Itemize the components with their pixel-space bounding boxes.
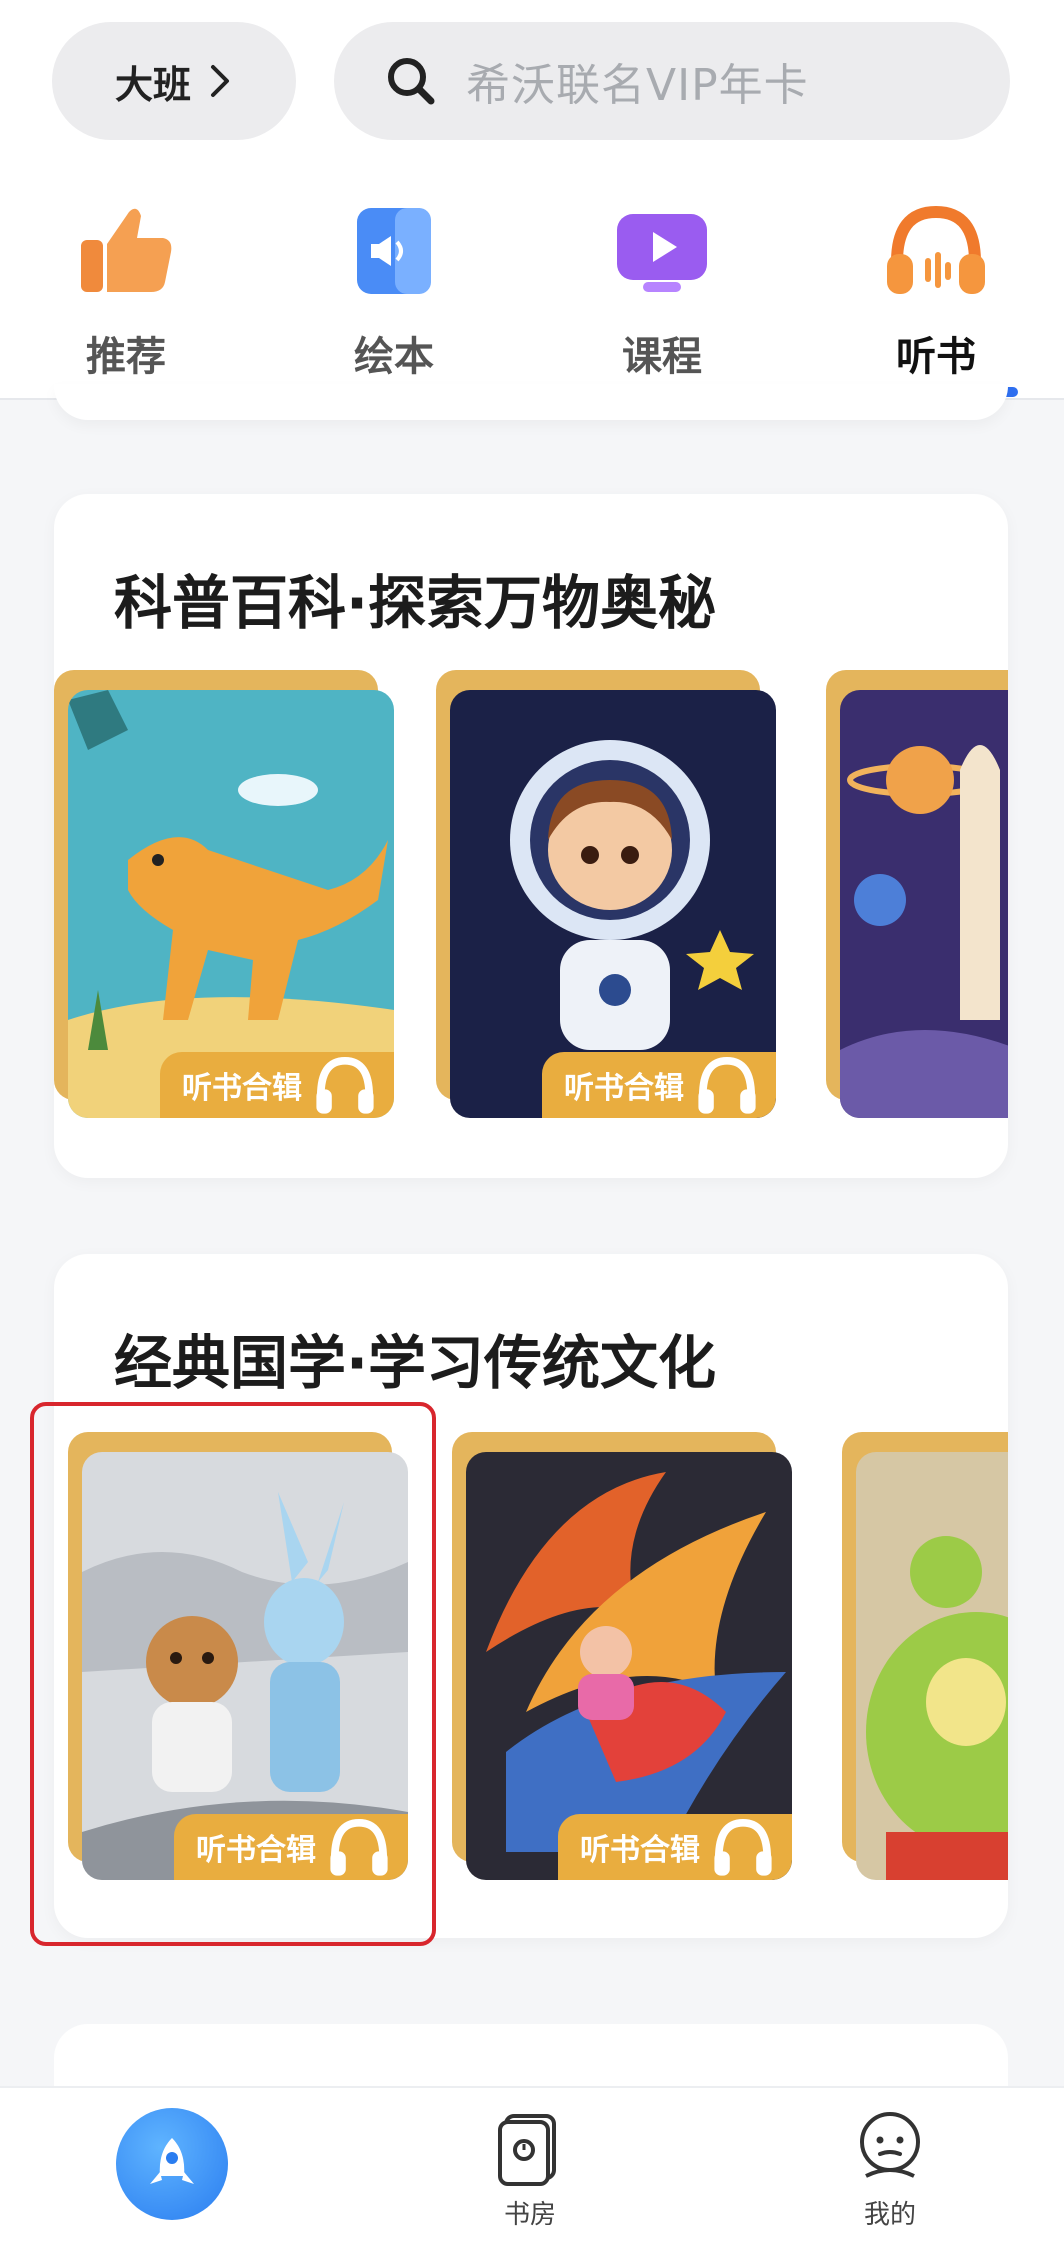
tab-picture-book[interactable]: 绘本 <box>294 196 494 396</box>
book-card[interactable] <box>826 670 1008 1118</box>
nav-home-button[interactable] <box>116 2108 228 2220</box>
search-placeholder: 希沃联名VIP年卡 <box>466 60 809 111</box>
headphones-icon <box>714 1818 772 1876</box>
headphones-icon <box>316 1056 374 1114</box>
top-header: 大班 希沃联名VIP年卡 推荐 绘本 课程 听书 <box>0 0 1064 400</box>
section-title: 科普百科·探索万物奥秘 <box>114 569 717 637</box>
nav-profile[interactable]: 我的 <box>790 2106 990 2256</box>
tab-label: 绘本 <box>354 334 434 380</box>
bookroom-icon <box>498 2114 556 2186</box>
course-play-icon <box>607 196 717 306</box>
tab-label: 推荐 <box>86 334 166 380</box>
tab-label: 听书 <box>896 334 976 380</box>
book-cover-frog <box>856 1452 1008 1880</box>
nav-label: 书房 <box>503 2200 556 2230</box>
search-input[interactable]: 希沃联名VIP年卡 <box>334 22 1010 140</box>
nav-bookroom[interactable]: 书房 <box>430 2106 630 2256</box>
headphones-icon <box>698 1056 756 1114</box>
badge-label: 听书合辑 <box>580 1833 700 1868</box>
book-cover-astronaut: 听书合辑 <box>450 690 776 1118</box>
book-cover-rocket <box>840 690 1008 1118</box>
tab-label: 课程 <box>622 334 702 380</box>
profile-face-icon <box>860 2112 920 2178</box>
section-science: 科普百科·探索万物奥秘 听书合辑 听书合辑 <box>54 494 1008 1178</box>
tab-course[interactable]: 课程 <box>562 196 762 396</box>
audio-collection-badge: 听书合辑 <box>160 1052 394 1118</box>
book-cover-dinosaur: 听书合辑 <box>68 690 394 1118</box>
category-tabs: 推荐 绘本 课程 听书 <box>0 196 1064 397</box>
search-icon <box>388 58 435 105</box>
nav-label: 我的 <box>863 2200 916 2230</box>
audio-collection-badge: 听书合辑 <box>558 1814 792 1880</box>
rocket-home-icon <box>150 2138 194 2184</box>
badge-label: 听书合辑 <box>564 1071 684 1106</box>
book-card[interactable]: 听书合辑 <box>54 670 394 1118</box>
section-title: 经典国学·学习传统文化 <box>114 1329 717 1397</box>
chevron-right-icon <box>211 65 229 97</box>
book-cover-phoenix: 听书合辑 <box>466 1452 792 1880</box>
tab-listen-book[interactable]: 听书 <box>836 196 1036 396</box>
badge-label: 听书合辑 <box>182 1071 302 1106</box>
audio-collection-badge: 听书合辑 <box>542 1052 776 1118</box>
selected-item-highlight <box>30 1402 436 1946</box>
book-card[interactable] <box>842 1432 1008 1880</box>
bottom-navigation: 书房 我的 <box>0 2086 1064 2256</box>
book-card[interactable]: 听书合辑 <box>452 1432 792 1880</box>
headphones-icon <box>881 196 991 306</box>
grade-selector-button[interactable]: 大班 <box>52 22 296 140</box>
picture-book-icon <box>339 196 449 306</box>
grade-label: 大班 <box>114 62 191 107</box>
tab-recommend[interactable]: 推荐 <box>26 196 226 396</box>
thumbs-up-icon <box>71 196 181 306</box>
book-card[interactable]: 听书合辑 <box>436 670 776 1118</box>
previous-section-card <box>54 384 1008 420</box>
